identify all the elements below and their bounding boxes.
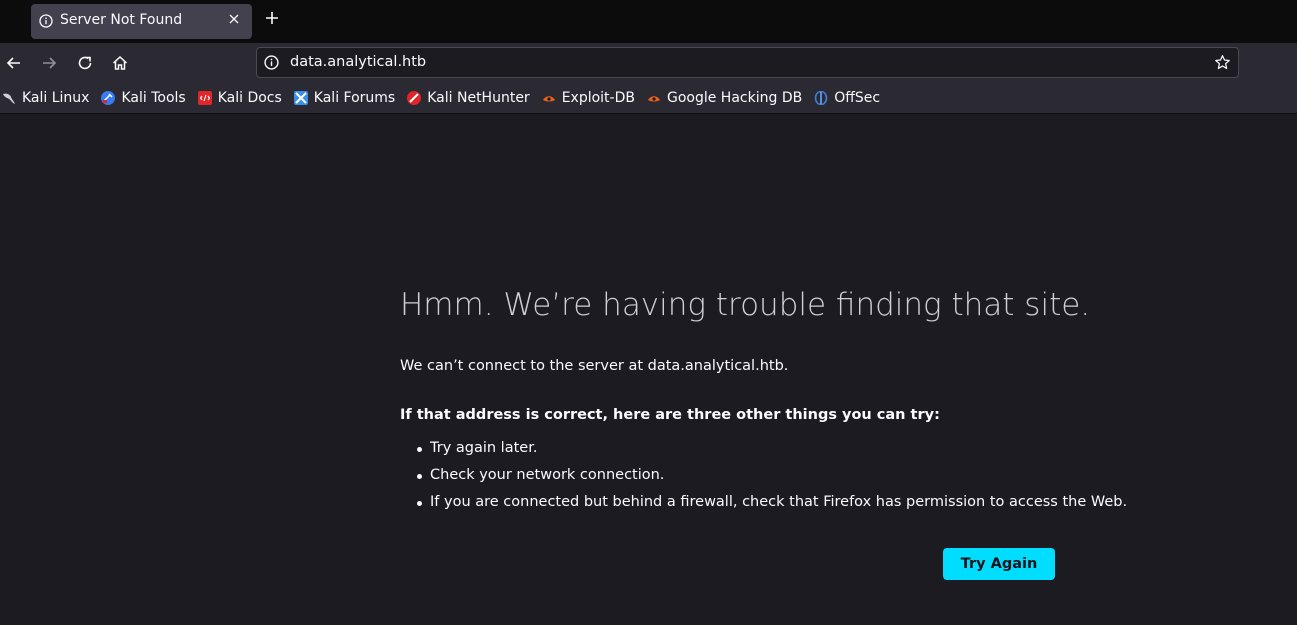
plus-icon[interactable] [264, 9, 280, 29]
bookmarks-toolbar: Kali Linux Kali Tools Kali Docs Kali For… [0, 83, 1297, 114]
kali-dragon-icon [2, 91, 16, 105]
reload-icon[interactable] [76, 54, 94, 72]
info-icon [39, 13, 53, 32]
offsec-icon [814, 90, 828, 106]
bookmark-kali-nethunter[interactable]: Kali NetHunter [407, 86, 530, 110]
bookmark-label: Exploit-DB [561, 90, 635, 106]
site-info-icon[interactable] [264, 55, 279, 74]
bookmark-label: Kali NetHunter [427, 90, 530, 106]
suggestions-list: Try again later. Check your network conn… [416, 440, 1127, 521]
ghdb-icon [647, 91, 661, 105]
error-title: Hmm. We’re having trouble finding that s… [400, 287, 1091, 323]
kali-tools-icon [101, 91, 116, 105]
suggestions-heading: If that address is correct, here are thr… [400, 407, 940, 423]
forward-arrow-icon[interactable] [40, 54, 58, 72]
bookmark-label: Kali Tools [121, 90, 186, 106]
bookmark-kali-tools[interactable]: Kali Tools [101, 86, 186, 110]
list-item: If you are connected but behind a firewa… [416, 494, 1127, 521]
try-again-button[interactable]: Try Again [943, 548, 1055, 580]
exploit-db-icon [542, 91, 556, 105]
error-description: We can’t connect to the server at data.a… [400, 358, 789, 374]
home-icon[interactable] [111, 54, 129, 72]
list-item: Try again later. [416, 440, 1127, 467]
kali-forums-icon [293, 91, 308, 105]
bookmark-kali-linux[interactable]: Kali Linux [2, 86, 89, 110]
bookmark-exploit-db[interactable]: Exploit-DB [542, 86, 635, 110]
star-icon[interactable] [1214, 54, 1231, 75]
list-item: Check your network connection. [416, 467, 1127, 494]
bookmark-label: Kali Docs [217, 90, 282, 106]
bookmark-label: Kali Linux [22, 90, 90, 106]
back-arrow-icon[interactable] [5, 54, 23, 72]
bookmark-kali-docs[interactable]: Kali Docs [197, 86, 282, 110]
error-page: Hmm. We’re having trouble finding that s… [0, 115, 1297, 625]
tab-bar: Server Not Found [0, 0, 1297, 43]
bookmark-label: OffSec [834, 90, 881, 106]
bookmark-label: Kali Forums [313, 90, 396, 106]
tab-title: Server Not Found [60, 12, 183, 28]
url-text[interactable]: data.analytical.htb [290, 54, 426, 70]
url-bar[interactable]: data.analytical.htb [256, 47, 1239, 78]
kali-docs-icon [197, 91, 212, 105]
bookmark-offsec[interactable]: OffSec [814, 86, 880, 110]
bookmark-label: Google Hacking DB [666, 90, 803, 106]
kali-nethunter-icon [407, 91, 422, 105]
bookmark-google-hacking-db[interactable]: Google Hacking DB [647, 86, 802, 110]
close-icon[interactable] [229, 13, 239, 28]
navigation-toolbar: data.analytical.htb [0, 43, 1297, 83]
bookmark-kali-forums[interactable]: Kali Forums [293, 86, 396, 110]
tab-server-not-found[interactable]: Server Not Found [31, 4, 252, 39]
